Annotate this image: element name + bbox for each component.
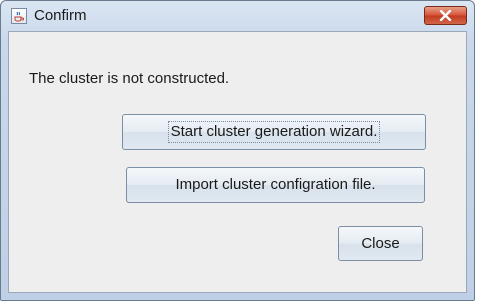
import-config-button-label: Import cluster configration file.: [175, 176, 376, 193]
close-button-label: Close: [361, 235, 400, 252]
window-title: Confirm: [34, 7, 87, 24]
import-config-button[interactable]: Import cluster configration file.: [126, 167, 425, 203]
close-icon: [439, 10, 452, 21]
close-button[interactable]: Close: [338, 226, 423, 261]
dialog-message: The cluster is not constructed.: [29, 70, 230, 87]
start-wizard-button-label: Start cluster generation wizard.: [167, 121, 381, 143]
confirm-dialog-window: Confirm The cluster is not constructed. …: [0, 0, 475, 301]
dialog-content: The cluster is not constructed. Start cl…: [8, 31, 467, 293]
java-coffee-cup-icon: [11, 8, 27, 24]
start-wizard-button[interactable]: Start cluster generation wizard.: [122, 114, 426, 150]
title-bar[interactable]: Confirm: [1, 1, 474, 31]
window-close-button[interactable]: [424, 6, 467, 25]
